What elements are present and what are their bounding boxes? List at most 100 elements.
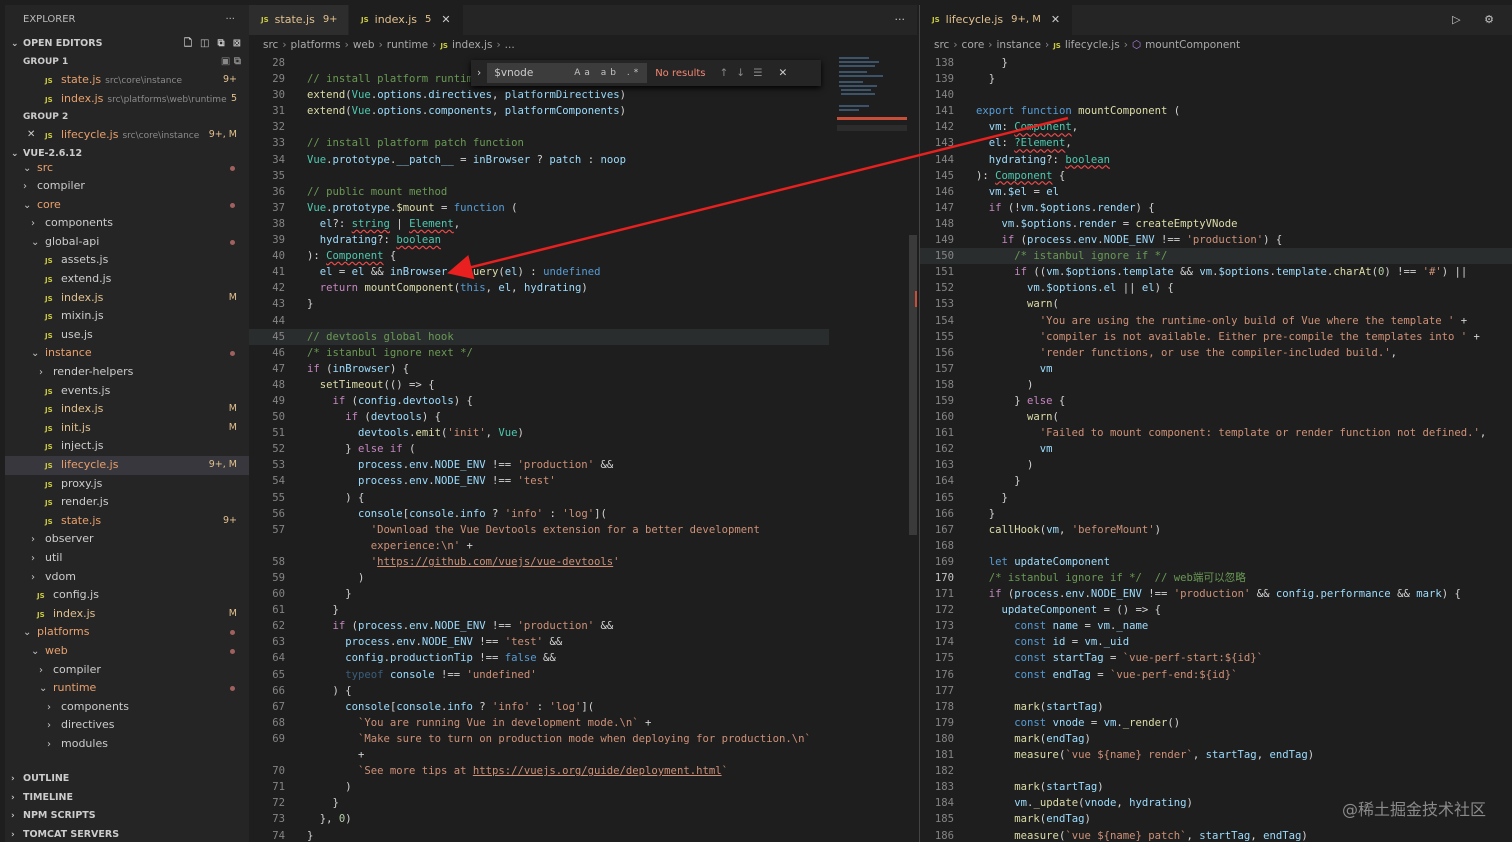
toggle-vertical-layout-icon[interactable]: ◫ — [200, 35, 209, 53]
file-item[interactable]: JS index.js M — [5, 605, 249, 624]
editor-group-2: JS lifecycle.js 9+, M ✕ ▷ ⚙ src › core › ins… — [919, 5, 1512, 842]
tab-badge: 9+ — [322, 14, 338, 25]
code-editor-1[interactable]: 28 29// install platform runtime directiv… — [249, 55, 829, 842]
folder-item[interactable]: ⌄ instance — [5, 344, 249, 363]
breadcrumb-item[interactable]: web — [353, 39, 375, 51]
find-navigation-icons[interactable]: ↑↓☰ — [719, 67, 770, 79]
code-line: experience:\n' + — [249, 538, 829, 554]
folder-item[interactable]: › compiler — [5, 661, 249, 680]
js-file-icon: JS — [45, 331, 53, 340]
open-editors-label: OPEN EDITORS — [23, 38, 103, 49]
section-tomcat-servers[interactable]: › TOMCAT SERVERS — [5, 826, 249, 842]
chevron-right-icon: › — [344, 39, 349, 51]
file-item[interactable]: JS mixin.js — [5, 307, 249, 326]
file-item[interactable]: JSclass-util.js — [5, 754, 249, 755]
file-item[interactable]: JS state.js 9+ — [5, 512, 249, 531]
code-text: const name = vm._name — [1014, 620, 1149, 633]
code-line: 48 setTimeout(() => { — [249, 377, 829, 393]
more-actions-icon[interactable]: ··· — [225, 5, 235, 35]
breadcrumb-item[interactable]: index.js — [452, 39, 492, 51]
scrollbar[interactable] — [909, 235, 917, 535]
open-editor-item[interactable]: JS index.js src\platforms\web\runtime 5 — [5, 90, 249, 109]
code-text: updateComponent = () => { — [1001, 604, 1161, 617]
close-icon[interactable]: ✕ — [27, 126, 35, 145]
tab-state-js[interactable]: JS state.js 9+ — [249, 5, 349, 35]
folder-item[interactable]: ⌄ platforms — [5, 623, 249, 642]
line-number: 56 — [272, 507, 285, 520]
code-text: const id = vm._uid — [1014, 636, 1130, 649]
save-all-icon[interactable]: ⧉ — [217, 35, 224, 53]
folder-item[interactable]: › modules — [5, 735, 249, 754]
open-editor-item[interactable]: JS state.js src\core\instance 9+ — [5, 71, 249, 90]
editor1-tabs: JS state.js 9+ JS index.js 5 ✕ — [249, 5, 464, 35]
editor-actions-icons[interactable]: ▷ ⚙ — [1452, 5, 1504, 35]
breadcrumb-item[interactable]: mountComponent — [1145, 39, 1240, 51]
file-item[interactable]: JS proxy.js — [5, 475, 249, 494]
chevron-right-icon: › — [11, 811, 15, 822]
group-actions-icon[interactable]: ▣ ⧉ — [221, 53, 241, 71]
folder-item[interactable]: › components — [5, 698, 249, 717]
close-icon[interactable]: ✕ — [779, 67, 788, 79]
folder-item[interactable]: › components — [5, 214, 249, 233]
breadcrumb-item[interactable]: runtime — [387, 39, 428, 51]
code-line: 51 devtools.emit('init', Vue) — [249, 425, 829, 441]
breadcrumb-item[interactable]: platforms — [291, 39, 341, 51]
line-number: 141 — [934, 105, 954, 118]
breadcrumb-item[interactable]: src — [263, 39, 278, 51]
code-editor-2[interactable]: 138 } 139 } 140 141 export function mountCom… — [920, 55, 1512, 842]
code-text: `See more tips at https://vuejs.org/guid… — [358, 765, 728, 778]
folder-item[interactable]: › util — [5, 549, 249, 568]
open-editors-section[interactable]: ⌄ OPEN EDITORS 🗋 ◫ ⧉ ⊠ — [5, 35, 249, 53]
more-actions-icon[interactable]: ··· — [895, 5, 906, 35]
breadcrumb-item[interactable]: src — [934, 39, 949, 51]
open-editor-path: src\core\instance — [105, 76, 182, 86]
breadcrumb-item[interactable]: core — [962, 39, 985, 51]
folder-item[interactable]: › compiler — [5, 177, 249, 196]
file-item[interactable]: JS events.js — [5, 382, 249, 401]
file-item[interactable]: JS index.js M — [5, 289, 249, 308]
find-input[interactable]: $vnode Aa ab .* — [487, 63, 648, 83]
folder-item[interactable]: › directives — [5, 716, 249, 735]
tab-lifecycle[interactable]: JS lifecycle.js 9+, M ✕ — [920, 5, 1074, 35]
tab-index-js[interactable]: JS index.js 5 ✕ — [349, 5, 464, 35]
minimap[interactable] — [837, 55, 907, 175]
section-timeline[interactable]: › TIMELINE — [5, 789, 249, 808]
line-number: 31 — [272, 105, 285, 118]
open-editor-item[interactable]: ✕ JS lifecycle.js src\core\instance 9+, M — [5, 126, 249, 145]
file-item[interactable]: JS render.js — [5, 493, 249, 512]
file-item[interactable]: JS index.js M — [5, 400, 249, 419]
folder-item[interactable]: ⌄ core — [5, 196, 249, 215]
folder-item[interactable]: › vdom — [5, 568, 249, 587]
breadcrumb-item[interactable]: instance — [997, 39, 1041, 51]
new-untitled-file-icon[interactable]: 🗋 — [184, 35, 192, 53]
chevron-right-icon: › — [432, 39, 437, 51]
section-npm-scripts[interactable]: › NPM SCRIPTS — [5, 807, 249, 826]
folder-item[interactable]: › render-helpers — [5, 363, 249, 382]
close-icon[interactable]: ✕ — [441, 5, 450, 35]
file-item[interactable]: JS init.js M — [5, 419, 249, 438]
folder-item[interactable]: ⌄ web — [5, 642, 249, 661]
file-item[interactable]: JS inject.js — [5, 437, 249, 456]
file-item[interactable]: JS lifecycle.js 9+, M — [5, 456, 249, 475]
code-line: 47 if (inBrowser) { — [249, 361, 829, 377]
code-text: mark(startTag) — [1014, 781, 1104, 794]
breadcrumb-item[interactable]: lifecycle.js — [1065, 39, 1120, 51]
close-all-icon[interactable]: ⊠ — [233, 35, 241, 53]
file-item[interactable]: JS assets.js — [5, 251, 249, 270]
find-options[interactable]: Aa ab .* — [574, 64, 642, 82]
tab-badge: 9+, M — [1011, 14, 1041, 25]
file-item[interactable]: JS extend.js — [5, 270, 249, 289]
folder-item[interactable]: ⌄ src — [5, 159, 249, 178]
toggle-replace-icon[interactable]: › — [477, 67, 481, 79]
section-outline[interactable]: › OUTLINE — [5, 770, 249, 789]
line-number: 174 — [934, 636, 954, 649]
folder-item[interactable]: ⌄ global-api — [5, 233, 249, 252]
file-item[interactable]: JS use.js — [5, 326, 249, 345]
breadcrumb-item[interactable]: ... — [505, 39, 515, 51]
folder-item[interactable]: ⌄ runtime — [5, 679, 249, 698]
file-item[interactable]: JS config.js — [5, 586, 249, 605]
editor1-tabbar: JS state.js 9+ JS index.js 5 ✕ ··· — [249, 5, 917, 35]
close-icon[interactable]: ✕ — [1051, 5, 1060, 35]
folder-item[interactable]: › observer — [5, 530, 249, 549]
code-line: 157 vm — [920, 361, 1512, 377]
